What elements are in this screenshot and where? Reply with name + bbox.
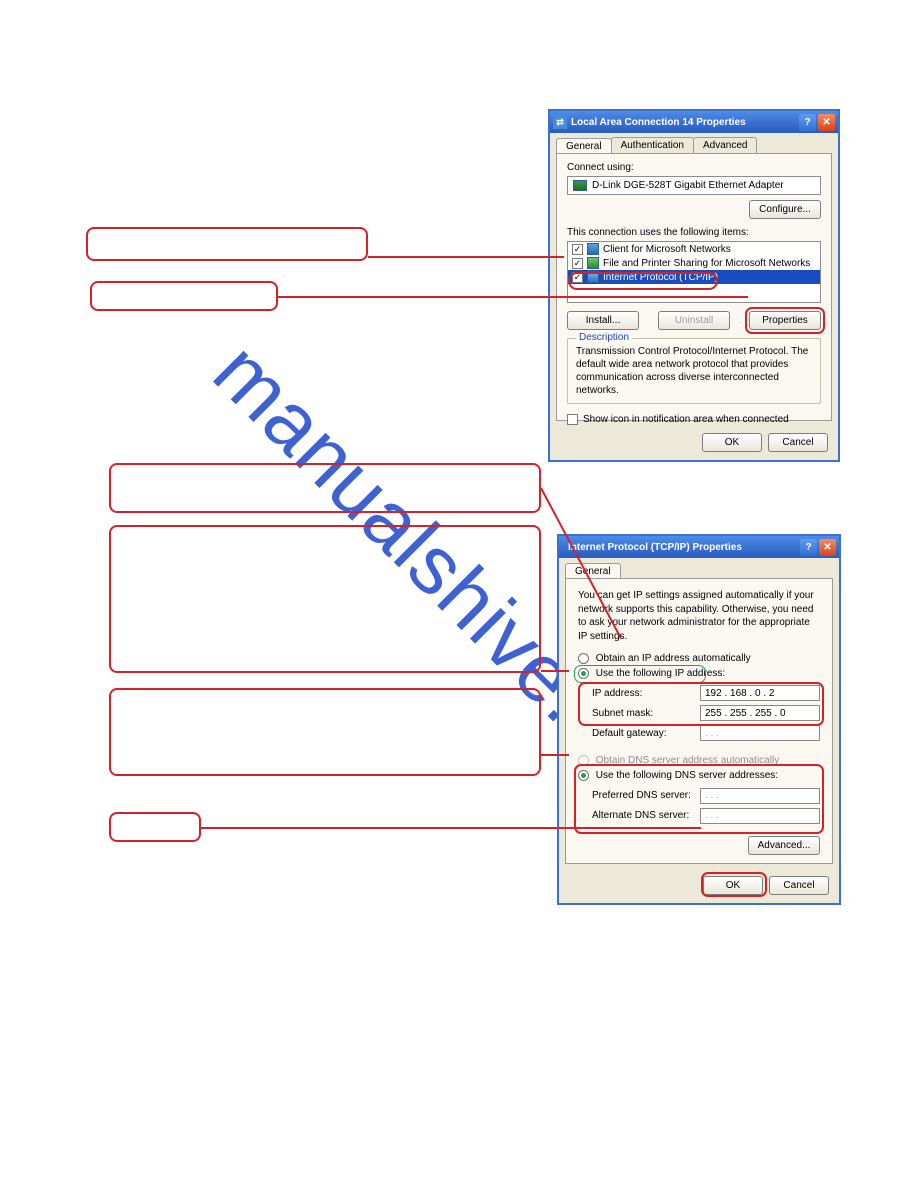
install-button[interactable]: Install... (567, 311, 639, 330)
dialog1-icon: ⇄ (553, 115, 567, 129)
radio-use-dns-label: Use the following DNS server addresses: (596, 771, 778, 782)
show-icon-checkbox[interactable] (567, 414, 578, 425)
tab-general[interactable]: General (556, 138, 612, 154)
list-item-tcpip[interactable]: ✓ Internet Protocol (TCP/IP) (568, 270, 820, 284)
help-button[interactable]: ? (800, 539, 817, 556)
checkbox-icon[interactable]: ✓ (572, 258, 583, 269)
radio-use-dns-row[interactable]: Use the following DNS server addresses: (578, 770, 820, 781)
help-button[interactable]: ? (799, 114, 816, 131)
alternate-dns-input[interactable]: . . . (700, 808, 820, 824)
alternate-dns-row: Alternate DNS server: . . . (592, 808, 820, 824)
list-item-label: File and Printer Sharing for Microsoft N… (603, 258, 810, 269)
dialog2-title: Internet Protocol (TCP/IP) Properties (562, 542, 800, 553)
show-icon-label: Show icon in notification area when conn… (583, 414, 789, 425)
lan-properties-dialog: ⇄ Local Area Connection 14 Properties ? … (549, 110, 839, 461)
connector-line (278, 296, 748, 298)
subnet-input[interactable]: 255 . 255 . 255 . 0 (700, 705, 820, 721)
dialog1-tabs: General Authentication Advanced (550, 133, 838, 153)
connector-line (201, 827, 701, 829)
connect-using-label: Connect using: (567, 162, 821, 173)
adapter-name: D-Link DGE-528T Gigabit Ethernet Adapter (592, 180, 784, 191)
subnet-row: Subnet mask: 255 . 255 . 255 . 0 (592, 705, 820, 721)
callout-6 (109, 812, 201, 842)
dialog1-body: Connect using: D-Link DGE-528T Gigabit E… (556, 153, 832, 421)
connector-line (541, 670, 569, 672)
callout-2 (90, 281, 278, 311)
list-item-client[interactable]: ✓ Client for Microsoft Networks (568, 242, 820, 256)
list-item-file-printer[interactable]: ✓ File and Printer Sharing for Microsoft… (568, 256, 820, 270)
dialog1-titlebar: ⇄ Local Area Connection 14 Properties ? … (550, 111, 838, 133)
radio-icon[interactable] (578, 653, 589, 664)
callout-5 (109, 688, 541, 776)
tcpip-intro-text: You can get IP settings assigned automat… (578, 589, 820, 643)
preferred-dns-input[interactable]: . . . (700, 788, 820, 804)
cancel-button[interactable]: Cancel (768, 433, 828, 452)
callout-4 (109, 525, 541, 673)
ok-button[interactable]: OK (702, 433, 762, 452)
description-text: Transmission Control Protocol/Internet P… (576, 345, 812, 397)
radio-auto-dns-label: Obtain DNS server address automatically (596, 755, 779, 766)
connector-line (541, 754, 569, 756)
close-button[interactable]: ✕ (819, 539, 836, 556)
ip-address-row: IP address: 192 . 168 . 0 . 2 (592, 685, 820, 701)
alternate-dns-label: Alternate DNS server: (592, 810, 689, 821)
cancel-button-2[interactable]: Cancel (769, 876, 829, 895)
uninstall-button[interactable]: Uninstall (658, 311, 730, 330)
preferred-dns-row: Preferred DNS server: . . . (592, 788, 820, 804)
checkbox-icon[interactable]: ✓ (572, 244, 583, 255)
radio-icon[interactable] (578, 770, 589, 781)
radio-auto-ip-label: Obtain an IP address automatically (596, 653, 751, 664)
dialog2-tabs: General (559, 558, 839, 578)
callout-1 (86, 227, 368, 261)
gateway-label: Default gateway: (592, 728, 667, 739)
subnet-label: Subnet mask: (592, 708, 653, 719)
radio-icon[interactable] (578, 668, 589, 679)
radio-use-ip-label: Use the following IP address: (596, 668, 725, 679)
protocol-icon (587, 271, 599, 283)
adapter-box: D-Link DGE-528T Gigabit Ethernet Adapter (567, 176, 821, 195)
tab-general-2[interactable]: General (565, 563, 621, 579)
ip-address-label: IP address: (592, 688, 642, 699)
connector-line (368, 256, 564, 258)
dialog2-titlebar: Internet Protocol (TCP/IP) Properties ? … (559, 536, 839, 558)
preferred-dns-label: Preferred DNS server: (592, 790, 691, 801)
configure-button[interactable]: Configure... (749, 200, 821, 219)
tab-authentication[interactable]: Authentication (611, 137, 694, 153)
ip-address-input[interactable]: 192 . 168 . 0 . 2 (700, 685, 820, 701)
dialog1-button-bar: OK Cancel (550, 427, 838, 460)
radio-icon (578, 755, 589, 766)
description-label: Description (576, 332, 632, 343)
description-group: Description Transmission Control Protoco… (567, 338, 821, 404)
ok-button-2[interactable]: OK (703, 876, 763, 895)
tcpip-properties-dialog: Internet Protocol (TCP/IP) Properties ? … (558, 535, 840, 904)
checkbox-icon[interactable]: ✓ (572, 272, 583, 283)
gateway-row: Default gateway: . . . (592, 725, 820, 741)
adapter-icon (573, 180, 587, 191)
radio-auto-ip-row[interactable]: Obtain an IP address automatically (578, 653, 820, 664)
items-label: This connection uses the following items… (567, 227, 821, 238)
share-icon (587, 257, 599, 269)
list-item-label: Internet Protocol (TCP/IP) (603, 272, 718, 283)
dialog1-title: Local Area Connection 14 Properties (567, 117, 799, 128)
tab-advanced[interactable]: Advanced (693, 137, 757, 153)
properties-button[interactable]: Properties (749, 311, 821, 330)
advanced-button[interactable]: Advanced... (748, 836, 820, 855)
client-icon (587, 243, 599, 255)
list-item-label: Client for Microsoft Networks (603, 244, 731, 255)
radio-use-ip-row[interactable]: Use the following IP address: (578, 668, 820, 679)
items-listbox[interactable]: ✓ Client for Microsoft Networks ✓ File a… (567, 241, 821, 303)
dialog2-body: You can get IP settings assigned automat… (565, 578, 833, 864)
gateway-input[interactable]: . . . (700, 725, 820, 741)
dialog2-button-bar: OK Cancel (559, 870, 839, 903)
radio-auto-dns-row: Obtain DNS server address automatically (578, 755, 820, 766)
close-button[interactable]: ✕ (818, 114, 835, 131)
callout-3 (109, 463, 541, 513)
